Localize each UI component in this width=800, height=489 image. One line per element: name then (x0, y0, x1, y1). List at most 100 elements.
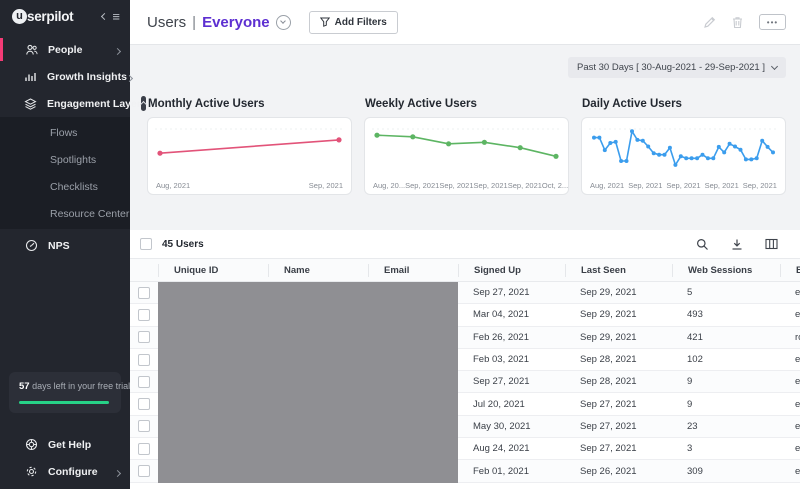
chart-daily-active-users: Daily Active Users Aug, 2021 Sep, 2021 Sep,… (581, 88, 786, 195)
trial-progress-bar (19, 401, 109, 404)
row-checkbox[interactable] (138, 465, 150, 477)
x-axis-tick-label: Aug, 2021 (590, 181, 624, 190)
cell-last-seen: Sep 29, 2021 (565, 287, 672, 298)
cell-browser-language: en-US (780, 421, 800, 432)
date-row: Past 30 Days [ 30-Aug-2021 - 29-Sep-2021… (147, 57, 786, 78)
nav-accent-bar (0, 92, 3, 115)
column-header-browser-language[interactable]: Browser Language (780, 264, 800, 277)
sidebar-subitem-flows[interactable]: Flows (0, 119, 130, 146)
row-checkbox[interactable] (138, 287, 150, 299)
cell-signed-up: Aug 24, 2021 (458, 443, 565, 454)
users-table: Unique IDNameEmailSigned UpLast SeenWeb … (130, 258, 800, 489)
chevron-right-icon (115, 463, 120, 481)
row-checkbox[interactable] (138, 331, 150, 343)
x-axis-tick-label: Sep, 2021 (705, 181, 739, 190)
row-checkbox[interactable] (138, 398, 150, 410)
download-icon[interactable] (731, 238, 743, 251)
row-checkbox[interactable] (138, 420, 150, 432)
hamburger-icon: ≡ (112, 10, 120, 23)
row-checkbox-cell (130, 331, 158, 343)
column-header-unique-id[interactable]: Unique ID (158, 264, 268, 277)
sidebar-subitem-checklists[interactable]: Checklists (0, 173, 130, 200)
sidebar-item-label: NPS (48, 240, 70, 252)
column-header-last-seen[interactable]: Last Seen (565, 264, 672, 277)
nav-accent-bar (0, 65, 3, 88)
cell-last-seen: Sep 26, 2021 (565, 466, 672, 477)
more-options-button[interactable]: ••• (759, 14, 786, 30)
topbar-actions: ••• (703, 14, 786, 30)
users-count-label: 45 Users (162, 239, 204, 250)
main-content: Users | Everyone Add Filters ••• (130, 0, 800, 489)
filter-icon (320, 17, 330, 27)
cell-web-sessions: 493 (672, 309, 780, 320)
sidebar-subitem-spotlights[interactable]: Spotlights (0, 146, 130, 173)
chevron-right-icon (115, 41, 120, 59)
cell-last-seen: Sep 29, 2021 (565, 332, 672, 343)
sidebar-collapse-button[interactable]: ≡ (102, 10, 120, 23)
charts-section: Past 30 Days [ 30-Aug-2021 - 29-Sep-2021… (130, 45, 800, 230)
cell-last-seen: Sep 28, 2021 (565, 354, 672, 365)
sidebar-item-label: Get Help (48, 439, 91, 451)
cell-browser-language: en-US (780, 443, 800, 454)
column-header-name[interactable]: Name (268, 264, 368, 277)
edit-pencil-icon[interactable] (703, 16, 716, 29)
sidebar-item-growth-insights[interactable]: Growth Insights (0, 63, 130, 90)
x-axis-tick-label: Sep, 2021 (666, 181, 700, 190)
nav-accent-bar (0, 38, 3, 61)
column-header-web-sessions[interactable]: Web Sessions (672, 264, 780, 277)
trial-text: 57 days left in your free trial (19, 381, 111, 392)
chart-title: Daily Active Users (582, 98, 786, 110)
row-checkbox-cell (130, 309, 158, 321)
sidebar-item-get-help[interactable]: Get Help (0, 431, 130, 458)
row-checkbox[interactable] (138, 443, 150, 455)
sidebar: userpilot ≡ PeopleGrowth InsightsEngagem… (0, 0, 130, 489)
charts-row: Monthly Active UsersAug, 2021Sep, 2021We… (147, 88, 786, 195)
x-axis-labels: Aug, 2021Sep, 2021 (153, 180, 346, 191)
x-axis-labels: Aug, 20...Sep, 2021Sep, 2021Sep, 2021Sep… (370, 180, 563, 191)
row-checkbox[interactable] (138, 354, 150, 366)
column-header-email[interactable]: Email (368, 264, 458, 277)
select-all-checkbox[interactable] (140, 238, 152, 250)
x-axis-tick-label: Sep, 2021 (743, 181, 777, 190)
userpilot-app: userpilot ≡ PeopleGrowth InsightsEngagem… (0, 0, 800, 489)
topbar: Users | Everyone Add Filters ••• (130, 0, 800, 45)
sidebar-item-label: Configure (48, 466, 98, 478)
cell-web-sessions: 102 (672, 354, 780, 365)
x-axis-tick-label: Sep, 2021 (439, 181, 473, 190)
cell-signed-up: Feb 01, 2021 (458, 466, 565, 477)
row-checkbox[interactable] (138, 309, 150, 321)
add-filters-button[interactable]: Add Filters (309, 11, 398, 34)
cell-signed-up: Jul 20, 2021 (458, 399, 565, 410)
row-checkbox-cell (130, 465, 158, 477)
row-checkbox-cell (130, 443, 158, 455)
collapse-section-button[interactable] (141, 96, 146, 111)
search-icon[interactable] (696, 238, 709, 251)
nav-accent-bar (0, 234, 3, 257)
cell-browser-language: en-US (780, 466, 800, 477)
sidebar-subitem-resource-center[interactable]: Resource Center (0, 200, 130, 227)
x-axis-tick-label: Sep, 2021 (405, 181, 439, 190)
sidebar-item-people[interactable]: People (0, 36, 130, 63)
cell-signed-up: Feb 26, 2021 (458, 332, 565, 343)
sidebar-item-engagement-layer[interactable]: Engagement Layer (0, 90, 130, 117)
chevron-down-icon (280, 18, 286, 24)
row-checkbox[interactable] (138, 376, 150, 388)
sidebar-item-configure[interactable]: Configure (0, 458, 130, 485)
chevron-down-icon (771, 63, 778, 70)
sidebar-item-nps[interactable]: NPS (0, 232, 130, 259)
column-header-signed-up[interactable]: Signed Up (458, 264, 565, 277)
date-range-label: Past 30 Days [ 30-Aug-2021 - 29-Sep-2021… (577, 62, 765, 73)
date-range-select[interactable]: Past 30 Days [ 30-Aug-2021 - 29-Sep-2021… (568, 57, 786, 78)
line-chart-plot (587, 123, 780, 173)
segment-dropdown-button[interactable] (276, 15, 291, 30)
chart-card: Aug, 20...Sep, 2021Sep, 2021Sep, 2021Sep… (364, 117, 569, 195)
sidebar-item-label: Engagement Layer (47, 98, 141, 110)
delete-trash-icon[interactable] (732, 16, 743, 29)
table-toolbar-icons (696, 238, 778, 251)
chart-title: Monthly Active Users (148, 98, 352, 110)
columns-icon[interactable] (765, 238, 778, 250)
segment-name[interactable]: Everyone (202, 14, 270, 31)
cell-last-seen: Sep 27, 2021 (565, 443, 672, 454)
cell-signed-up: Sep 27, 2021 (458, 287, 565, 298)
cell-signed-up: Mar 04, 2021 (458, 309, 565, 320)
